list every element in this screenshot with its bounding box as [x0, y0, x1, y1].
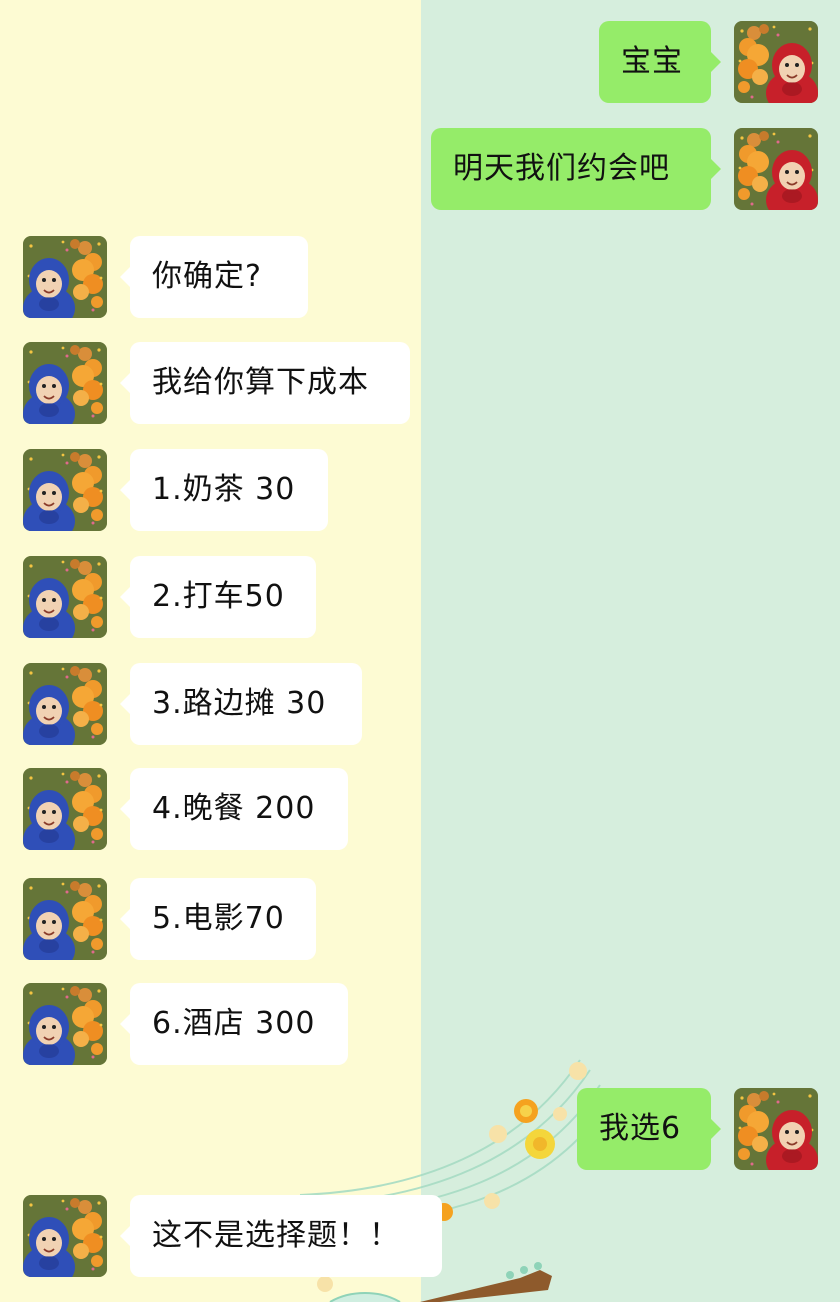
incoming-message: 你确定?: [0, 236, 840, 318]
outgoing-message: 我选6: [0, 1088, 840, 1170]
incoming-message: 2.打车50: [0, 556, 840, 638]
contact-avatar[interactable]: [23, 768, 107, 850]
message-bubble[interactable]: 这不是选择题！！: [120, 1195, 442, 1277]
incoming-message: 我给你算下成本: [0, 342, 840, 424]
blue-teletubby-avatar: [23, 663, 107, 745]
outgoing-message: 明天我们约会吧: [0, 128, 840, 210]
message-bubble[interactable]: 2.打车50: [120, 556, 316, 638]
red-teletubby-avatar: [734, 1088, 818, 1170]
incoming-message: 1.奶茶 30: [0, 449, 840, 531]
message-bubble[interactable]: 明天我们约会吧: [431, 128, 721, 210]
blue-teletubby-avatar: [23, 983, 107, 1065]
red-teletubby-avatar: [734, 21, 818, 103]
contact-avatar[interactable]: [23, 556, 107, 638]
message-bubble[interactable]: 宝宝: [599, 21, 721, 103]
red-teletubby-avatar: [734, 128, 818, 210]
message-bubble[interactable]: 你确定?: [120, 236, 308, 318]
incoming-message: 3.路边摊 30: [0, 663, 840, 745]
incoming-message: 5.电影70: [0, 878, 840, 960]
my-avatar[interactable]: [734, 21, 818, 103]
blue-teletubby-avatar: [23, 342, 107, 424]
blue-teletubby-avatar: [23, 768, 107, 850]
outgoing-message: 宝宝: [0, 21, 840, 103]
message-bubble[interactable]: 6.酒店 300: [120, 983, 348, 1065]
message-bubble[interactable]: 4.晚餐 200: [120, 768, 348, 850]
message-bubble[interactable]: 我选6: [577, 1088, 721, 1170]
my-avatar[interactable]: [734, 1088, 818, 1170]
incoming-message: 4.晚餐 200: [0, 768, 840, 850]
blue-teletubby-avatar: [23, 878, 107, 960]
contact-avatar[interactable]: [23, 1195, 107, 1277]
contact-avatar[interactable]: [23, 983, 107, 1065]
contact-avatar[interactable]: [23, 236, 107, 318]
message-bubble[interactable]: 1.奶茶 30: [120, 449, 328, 531]
blue-teletubby-avatar: [23, 1195, 107, 1277]
message-bubble[interactable]: 我给你算下成本: [120, 342, 410, 424]
incoming-message: 这不是选择题！！: [0, 1195, 840, 1277]
blue-teletubby-avatar: [23, 556, 107, 638]
contact-avatar[interactable]: [23, 878, 107, 960]
message-bubble[interactable]: 3.路边摊 30: [120, 663, 362, 745]
incoming-message: 6.酒店 300: [0, 983, 840, 1065]
contact-avatar[interactable]: [23, 449, 107, 531]
blue-teletubby-avatar: [23, 449, 107, 531]
contact-avatar[interactable]: [23, 663, 107, 745]
message-bubble[interactable]: 5.电影70: [120, 878, 316, 960]
blue-teletubby-avatar: [23, 236, 107, 318]
contact-avatar[interactable]: [23, 342, 107, 424]
my-avatar[interactable]: [734, 128, 818, 210]
